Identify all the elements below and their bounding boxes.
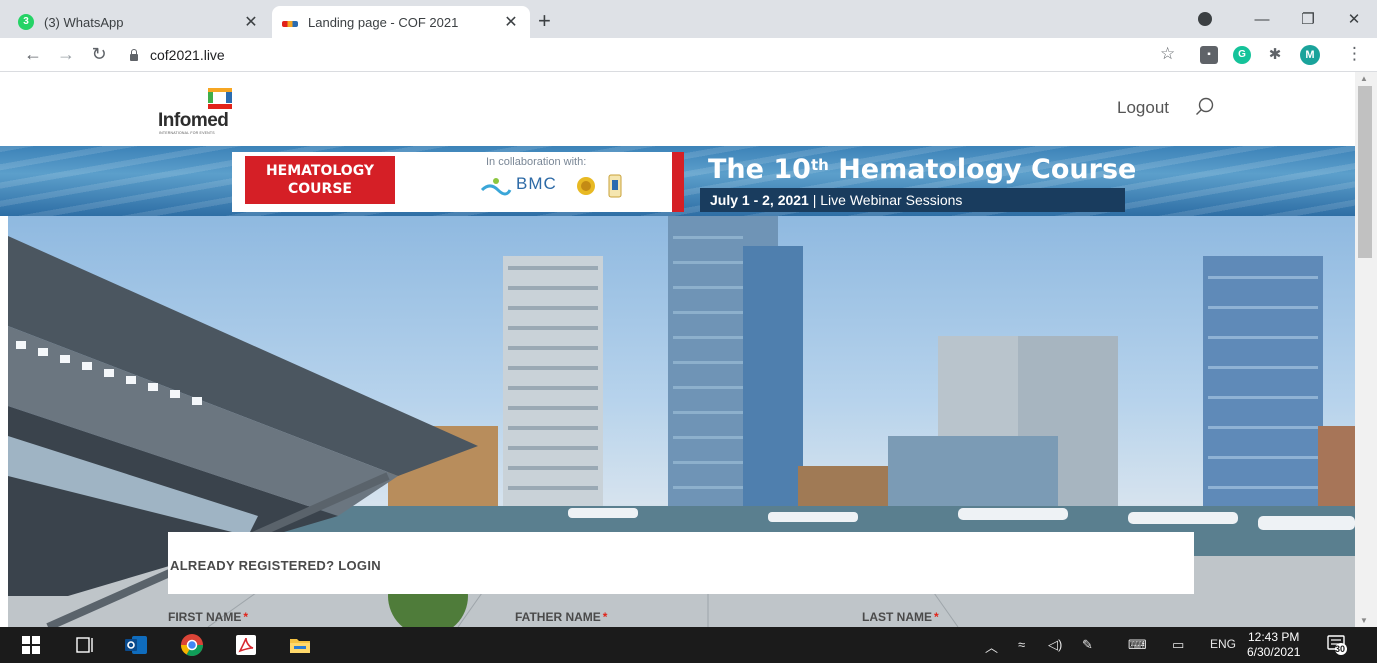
required-marker: * (934, 610, 939, 624)
login-card: ALREADY REGISTERED? LOGIN (168, 532, 1194, 594)
cof-favicon-icon (282, 21, 298, 27)
field-label-text: LAST NAME (862, 610, 932, 624)
banner-red-strip (672, 152, 684, 212)
system-clock[interactable]: 12:43 PM 6/30/2021 (1247, 630, 1300, 660)
task-view-icon[interactable] (76, 636, 96, 654)
chrome-icon[interactable] (180, 633, 204, 657)
required-marker: * (243, 610, 249, 624)
file-explorer-icon[interactable] (288, 633, 312, 657)
back-icon[interactable]: ← (22, 44, 44, 65)
forward-icon[interactable]: → (55, 44, 77, 65)
menu-kebab-icon[interactable]: ⋮ (1346, 44, 1363, 64)
logout-link[interactable]: Logout (1117, 98, 1169, 118)
title-suffix: Hematology Course (828, 154, 1137, 185)
badge-line-1: HEMATOLOGY (265, 163, 375, 179)
url-text: cof2021.live (150, 47, 225, 63)
tab-title: Landing page - COF 2021 (308, 14, 459, 30)
pen-icon[interactable]: ✎ (1082, 637, 1093, 653)
profile-avatar[interactable]: M (1300, 45, 1320, 65)
search-icon[interactable] (1194, 96, 1216, 118)
browser-tab-bar: 3 (3) WhatsApp ✕ Landing page - COF 2021… (0, 0, 1377, 38)
course-dates: July 1 - 2, 2021 (710, 192, 809, 208)
login-title[interactable]: ALREADY REGISTERED? LOGIN (170, 558, 381, 573)
scroll-down-arrow-icon[interactable]: ▼ (1360, 616, 1368, 625)
touch-keyboard-icon[interactable]: ⌨ (1128, 637, 1147, 653)
site-header: Infomed INTERNATIONAL FOR EVENTS Logout (0, 72, 1355, 146)
outlook-icon[interactable] (124, 633, 148, 657)
partner-seal-icon (577, 177, 595, 195)
badge-line-2: COURSE (288, 181, 352, 197)
title-prefix: The 10 (708, 154, 811, 185)
lock-icon (128, 49, 140, 61)
tab-landing-page[interactable]: Landing page - COF 2021 ✕ (272, 6, 530, 38)
course-dates-bar: July 1 - 2, 2021 | Live Webinar Sessions (700, 188, 1125, 212)
logo-mark-icon (208, 88, 232, 109)
field-label-text: FIRST NAME (168, 610, 242, 624)
action-center-button[interactable]: 30 (1326, 633, 1348, 655)
logo-text: Infomed (158, 110, 229, 131)
field-label-text: FATHER NAME (515, 610, 601, 624)
minimize-icon[interactable]: — (1239, 11, 1285, 28)
close-window-icon[interactable]: ✕ (1331, 10, 1377, 28)
tray-overflow-icon[interactable]: ︿ (985, 637, 998, 656)
extension-icon[interactable]: ▪ (1200, 46, 1218, 64)
restore-icon[interactable]: ❐ (1285, 10, 1331, 28)
close-tab-icon[interactable]: ✕ (502, 12, 520, 32)
course-banner: HEMATOLOGY COURSE In collaboration with:… (0, 146, 1355, 216)
course-title: The 10th Hematology Course (708, 154, 1136, 185)
scroll-thumb[interactable] (1358, 86, 1372, 258)
clock-time: 12:43 PM (1248, 630, 1300, 644)
volume-icon[interactable]: ◁) (1048, 637, 1062, 653)
clock-date: 6/30/2021 (1247, 645, 1301, 659)
windows-taskbar: ︿ ≈ ◁) ✎ ⌨ ▭ ENG 12:43 PM 6/30/2021 30 (0, 627, 1377, 663)
notification-count: 30 (1335, 644, 1346, 654)
web-page: Infomed INTERNATIONAL FOR EVENTS Logout … (0, 72, 1355, 627)
grammarly-icon[interactable]: G (1233, 46, 1251, 64)
windows-start-icon[interactable] (22, 636, 40, 654)
bookmark-star-icon[interactable]: ☆ (1160, 44, 1175, 64)
session-type: Live Webinar Sessions (820, 192, 963, 208)
reload-icon[interactable]: ↻ (88, 44, 110, 65)
language-indicator[interactable]: ENG (1210, 637, 1236, 651)
partner-crest-icon (608, 174, 622, 198)
bmc-wave-icon (480, 178, 512, 196)
window-controls: — ❐ ✕ (1239, 0, 1377, 38)
title-superscript: th (810, 156, 829, 174)
page-scrollbar[interactable]: ▲ ▼ (1355, 72, 1377, 627)
puzzle-extensions-icon[interactable]: ✱ (1266, 46, 1284, 64)
partner-name: BMC (516, 174, 557, 193)
acrobat-icon[interactable] (234, 633, 258, 657)
collaboration-label: In collaboration with: (486, 156, 587, 168)
tab-whatsapp[interactable]: 3 (3) WhatsApp ✕ (8, 6, 270, 38)
address-bar[interactable]: cof2021.live (128, 43, 1188, 67)
scroll-up-arrow-icon[interactable]: ▲ (1360, 74, 1368, 83)
last-name-label: LAST NAME * (862, 610, 939, 624)
first-name-label: FIRST NAME * (168, 610, 248, 624)
wifi-icon[interactable]: ≈ (1018, 637, 1025, 652)
profile-indicator-icon[interactable] (1198, 12, 1212, 26)
whatsapp-icon: 3 (18, 14, 34, 30)
required-marker: * (602, 610, 608, 624)
father-name-label: FATHER NAME * (515, 610, 607, 624)
input-indicator-icon[interactable]: ▭ (1172, 637, 1184, 653)
logo-subtitle: INTERNATIONAL FOR EVENTS (159, 131, 215, 135)
browser-toolbar: ← → ↻ cof2021.live ☆ ▪ G ✱ M ⋮ (0, 38, 1377, 72)
infomed-logo[interactable]: Infomed INTERNATIONAL FOR EVENTS (158, 86, 238, 135)
close-tab-icon[interactable]: ✕ (242, 12, 260, 32)
tab-title: (3) WhatsApp (44, 14, 124, 30)
new-tab-button[interactable]: + (538, 8, 551, 34)
hematology-course-badge: HEMATOLOGY COURSE (245, 156, 395, 204)
partner-logos: BMC (480, 172, 630, 200)
dates-separator: | (808, 192, 821, 208)
